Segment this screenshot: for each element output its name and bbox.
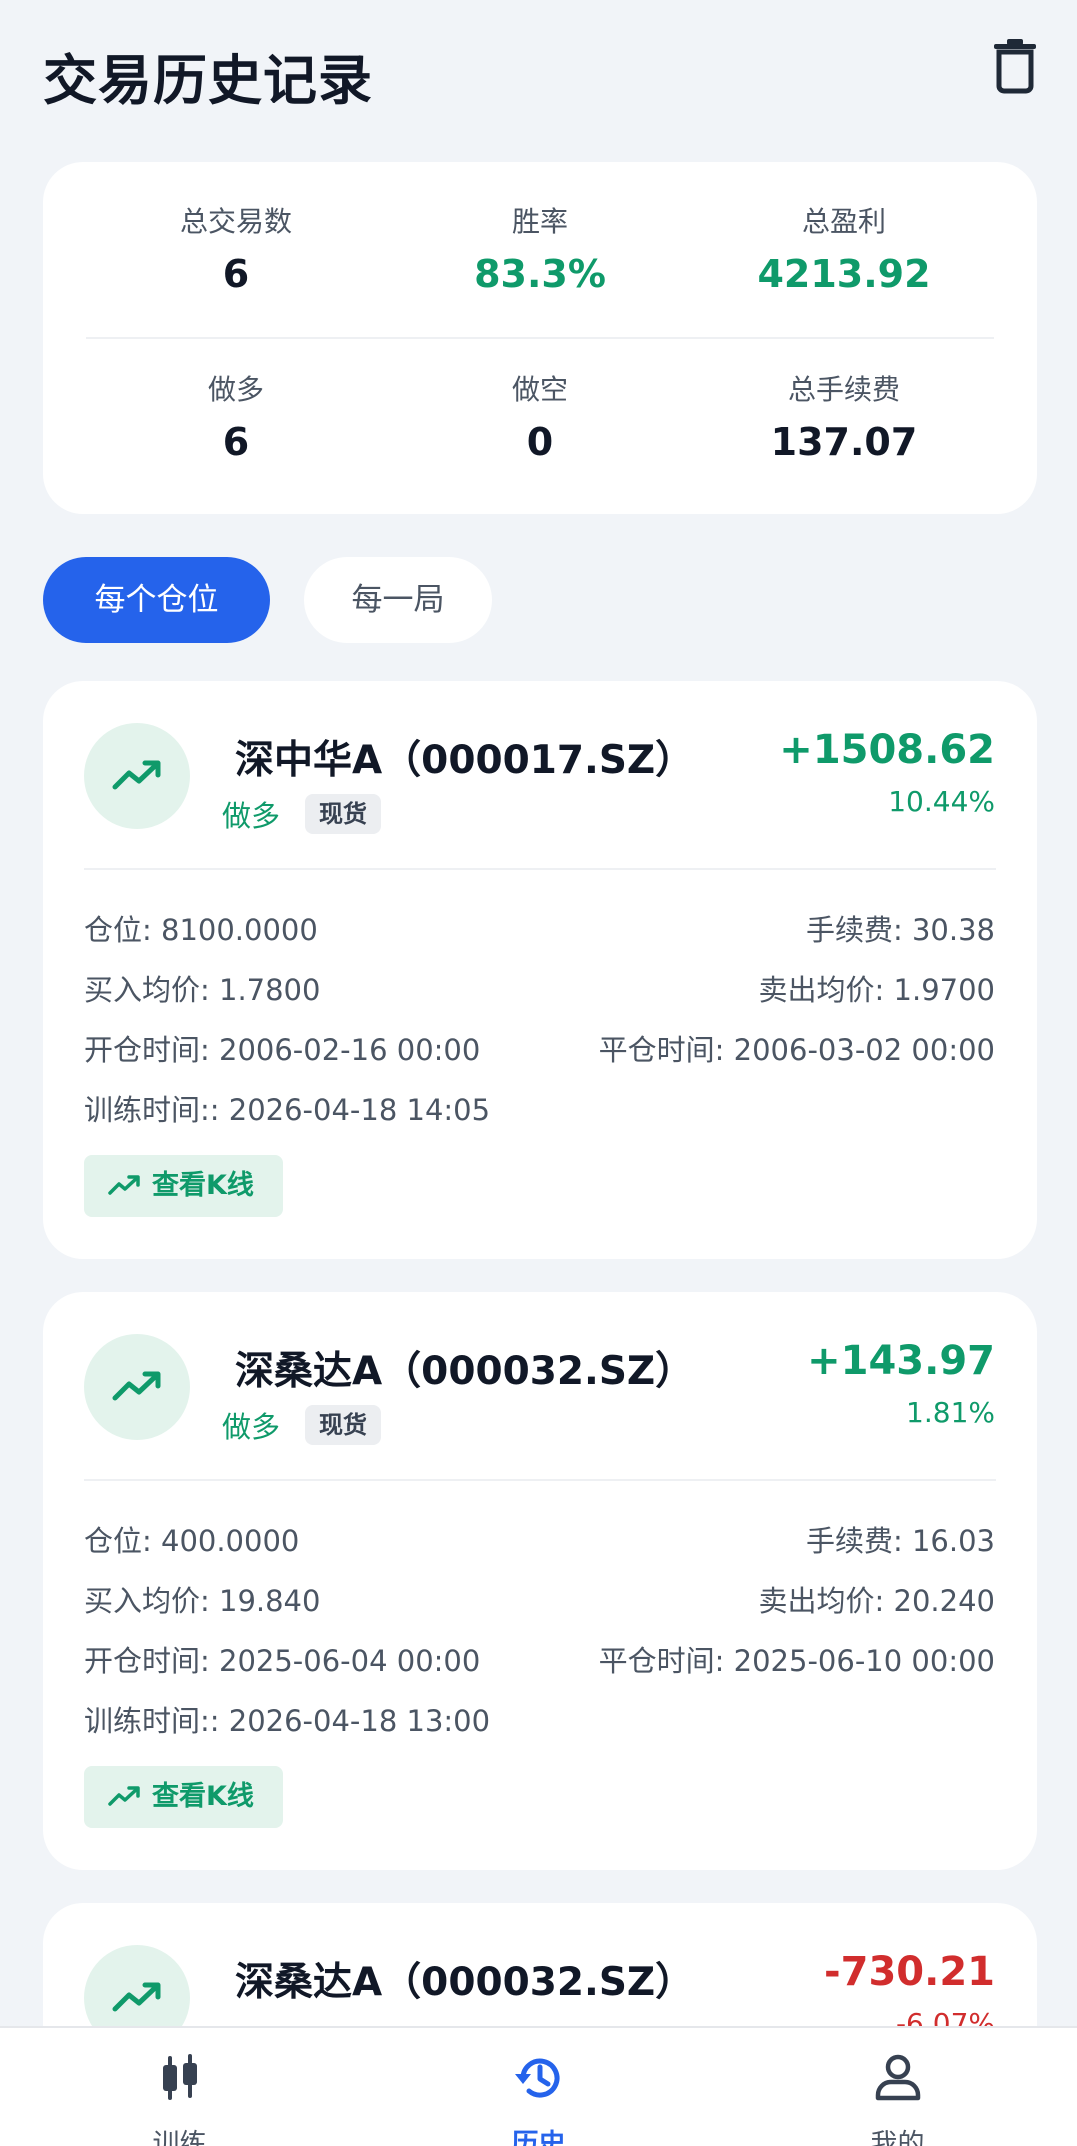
trending-up-icon: [84, 723, 190, 829]
position-size: 仓位: 400.0000: [84, 1524, 300, 1558]
divider: [84, 1479, 996, 1481]
stat-label: 总交易数: [179, 205, 292, 238]
nav-item-history[interactable]: 历史: [359, 2028, 718, 2146]
stat-value: 4213.92: [757, 252, 931, 296]
stat-value: 83.3%: [474, 252, 606, 296]
stat-label: 做多: [207, 373, 264, 406]
sell-avg-price: 卖出均价: 20.240: [758, 1584, 995, 1618]
view-kline-label: 查看K线: [152, 1781, 254, 1812]
stat-value: 137.07: [770, 420, 918, 464]
view-kline-button[interactable]: 查看K线: [84, 1766, 283, 1828]
bottom-nav: 训练 历史 我的: [0, 2026, 1077, 2146]
stock-name: 深桑达A（000032.SZ）: [235, 1349, 695, 1394]
trending-up-icon: [84, 1334, 190, 1440]
view-kline-label: 查看K线: [152, 1170, 254, 1201]
stock-name: 深桑达A（000032.SZ）: [235, 1960, 695, 2005]
trending-up-icon: [108, 1786, 140, 1806]
pnl-amount: +143.97: [807, 1338, 995, 1384]
trade-card[interactable]: 深桑达A（000032.SZ） 做多 现货 +143.97 1.81% 仓位: …: [43, 1292, 1037, 1870]
short-count-stat: 做空 0: [390, 370, 690, 466]
view-kline-button[interactable]: 查看K线: [84, 1155, 283, 1217]
stat-label: 做空: [511, 373, 568, 406]
stat-label: 总盈利: [801, 205, 886, 238]
fee: 手续费: 16.03: [805, 1524, 995, 1558]
nav-item-train[interactable]: 训练: [0, 2028, 359, 2146]
direction-label: 做多: [222, 1410, 281, 1444]
pnl-percent: 1.81%: [906, 1396, 995, 1429]
buy-avg-price: 买入均价: 19.840: [84, 1584, 321, 1618]
nav-label: 训练: [152, 2129, 207, 2146]
train-time: 训练时间:: 2026-04-18 14:05: [84, 1093, 491, 1127]
open-time: 开仓时间: 2025-06-04 00:00: [84, 1644, 481, 1678]
summary-card: 总交易数 6 胜率 83.3% 总盈利 4213.92 做多 6 做空 0 总手…: [43, 162, 1037, 514]
trade-history-screen: 交易历史记录 总交易数 6 胜率 83.3% 总盈利 4213.92 做多 6 …: [0, 0, 1077, 2146]
win-rate-stat: 胜率 83.3%: [390, 202, 690, 298]
buy-avg-price: 买入均价: 1.7800: [84, 973, 321, 1007]
pnl-percent: 10.44%: [888, 785, 995, 818]
divider: [86, 337, 994, 339]
type-badge: 现货: [305, 794, 381, 834]
person-icon: [875, 2054, 921, 2101]
stat-label: 总手续费: [787, 373, 900, 406]
open-time: 开仓时间: 2006-02-16 00:00: [84, 1033, 481, 1067]
fee: 手续费: 30.38: [805, 913, 995, 947]
train-time: 训练时间:: 2026-04-18 13:00: [84, 1704, 491, 1738]
summary-row: 做多 6 做空 0 总手续费 137.07: [43, 370, 1037, 480]
tab-per-position[interactable]: 每个仓位: [43, 557, 270, 643]
divider: [84, 868, 996, 870]
trash-icon[interactable]: [990, 38, 1040, 94]
page-title: 交易历史记录: [43, 49, 373, 112]
nav-label: 历史: [511, 2129, 566, 2146]
close-time: 平仓时间: 2025-06-10 00:00: [598, 1644, 995, 1678]
history-icon: [515, 2058, 560, 2098]
close-time: 平仓时间: 2006-03-02 00:00: [598, 1033, 995, 1067]
stock-name: 深中华A（000017.SZ）: [235, 738, 695, 783]
type-badge: 现货: [305, 1405, 381, 1445]
tab-per-round[interactable]: 每一局: [304, 557, 492, 643]
candlestick-icon: [163, 2054, 197, 2100]
stat-value: 6: [222, 420, 250, 464]
long-count-stat: 做多 6: [86, 370, 386, 466]
sell-avg-price: 卖出均价: 1.9700: [758, 973, 995, 1007]
nav-label: 我的: [870, 2129, 925, 2146]
total-fees-stat: 总手续费 137.07: [694, 370, 994, 466]
nav-item-mine[interactable]: 我的: [718, 2028, 1077, 2146]
app-header: 交易历史记录: [0, 0, 1077, 140]
total-profit-stat: 总盈利 4213.92: [694, 202, 994, 298]
total-trades-stat: 总交易数 6: [86, 202, 386, 298]
stat-value: 0: [526, 420, 554, 464]
trending-up-icon: [108, 1175, 140, 1195]
summary-row: 总交易数 6 胜率 83.3% 总盈利 4213.92: [43, 202, 1037, 312]
pnl-amount: -730.21: [824, 1949, 995, 1995]
stat-value: 6: [222, 252, 250, 296]
trade-card[interactable]: 深中华A（000017.SZ） 做多 现货 +1508.62 10.44% 仓位…: [43, 681, 1037, 1259]
pnl-amount: +1508.62: [779, 727, 995, 773]
direction-label: 做多: [222, 799, 281, 833]
position-size: 仓位: 8100.0000: [84, 913, 318, 947]
stat-label: 胜率: [511, 205, 568, 238]
